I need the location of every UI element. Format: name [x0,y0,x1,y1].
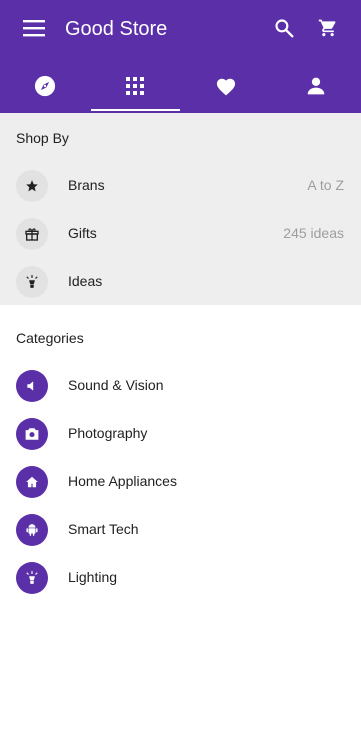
camera-icon [16,418,48,450]
app-title: Good Store [65,18,168,40]
category-item-sound-vision[interactable]: Sound & Vision [0,362,361,410]
tab-profile[interactable] [271,58,361,113]
search-button[interactable] [264,8,304,48]
tab-categories[interactable] [90,58,180,113]
shop-by-section: Shop By Brans A to Z Gifts 245 ideas Ide… [0,113,361,305]
list-item-label: Ideas [68,273,103,289]
list-item-meta: 245 ideas [283,225,344,241]
app-bar: Good Store [0,0,361,113]
tab-explore[interactable] [0,58,90,113]
category-item-photography[interactable]: Photography [0,410,361,458]
cart-button[interactable] [308,8,348,48]
home-icon [16,466,48,498]
shop-by-item-ideas[interactable]: Ideas [0,258,361,306]
grid-icon [126,76,145,95]
cart-icon [318,19,336,37]
list-item-label: Smart Tech [68,521,139,537]
star-icon [16,170,48,202]
list-item-label: Gifts [68,225,97,241]
gift-icon [16,218,48,250]
tab-favorites[interactable] [181,58,271,113]
menu-button[interactable] [14,8,54,48]
search-icon [275,19,294,38]
list-item-label: Photography [68,425,148,441]
shop-by-title: Shop By [16,130,69,146]
lightbulb-icon [16,266,48,298]
lightbulb-icon [16,562,48,594]
category-item-lighting[interactable]: Lighting [0,554,361,602]
list-item-label: Lighting [68,569,118,585]
categories-title: Categories [16,330,84,346]
list-item-label: Home Appliances [68,473,177,489]
category-item-home-appliances[interactable]: Home Appliances [0,458,361,506]
list-item-meta: A to Z [307,177,344,193]
heart-icon [216,78,235,95]
compass-icon [35,75,56,96]
list-item-label: Sound & Vision [68,377,164,393]
speaker-icon [16,370,48,402]
categories-section: Categories Sound & Vision Photography Ho… [0,305,361,740]
shop-by-item-gifts[interactable]: Gifts 245 ideas [0,210,361,258]
toolbar: Good Store [0,0,361,58]
shop-by-item-brands[interactable]: Brans A to Z [0,162,361,210]
tab-bar [0,58,361,113]
list-item-label: Brans [68,177,105,193]
android-icon [16,514,48,546]
person-icon [307,77,325,94]
category-item-smart-tech[interactable]: Smart Tech [0,506,361,554]
menu-icon [23,20,45,37]
